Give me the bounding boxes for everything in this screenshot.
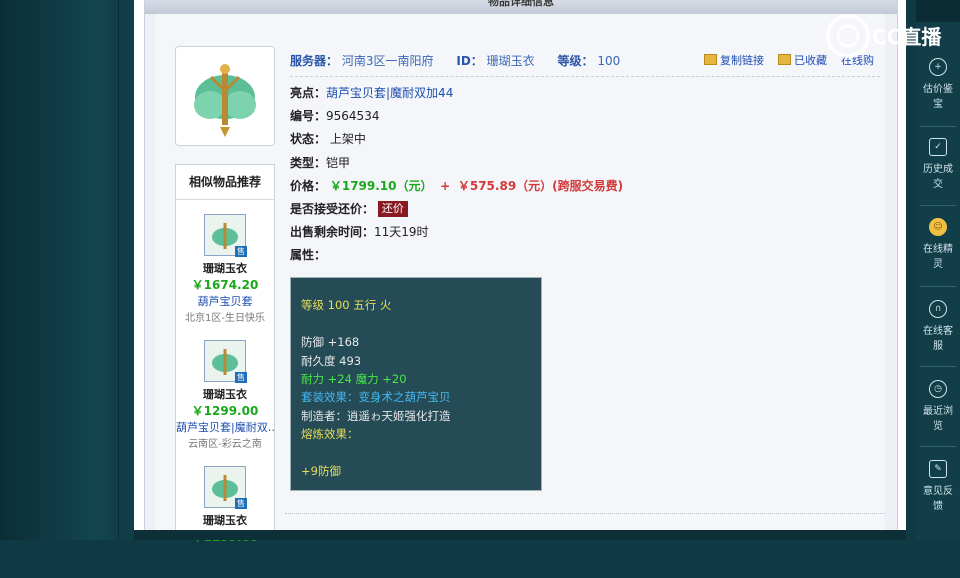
copy-link-button[interactable]: 复制链接 (704, 54, 764, 67)
type-value: 铠甲 (326, 155, 351, 170)
id-value: 珊瑚玉衣 (486, 54, 535, 68)
cc-live-logo: CC直播 (822, 8, 952, 68)
left-background (0, 0, 135, 540)
number-row: 编号：9564534 (290, 109, 380, 124)
item-info-rows: 亮点：葫芦宝贝套|魔耐双加44 编号：9564534 状态： 上架中 类型：铠甲… (290, 82, 880, 268)
attr-refine-value: +9防御 (301, 463, 341, 478)
item-detail-panel: 物品详细信息 相似物品推荐 售 珊瑚玉衣 ￥1674.20 葫芦宝贝套 北京1区… (144, 0, 898, 544)
price-value: ￥1799.10（元） (329, 178, 433, 193)
attr-maker: 制造者：逍遥ゎ天姬强化打造 (301, 408, 451, 423)
similar-item-price: ￥1299.00 (191, 404, 259, 418)
shield-icon: ✓ (929, 138, 947, 156)
highlight-row: 亮点：葫芦宝贝套|魔耐双加44 (290, 86, 454, 100)
link-icon (704, 54, 717, 65)
number-value: 9564534 (326, 109, 380, 124)
sale-tag: 售 (235, 246, 247, 257)
type-row: 类型：铠甲 (290, 155, 351, 170)
edit-icon: ✎ (929, 460, 947, 478)
plus-sign: + (440, 178, 451, 193)
level-label: 等级： (557, 54, 594, 68)
similar-item-server: 北京1区-生日快乐 (185, 313, 265, 324)
divider (290, 76, 880, 78)
price-row: 价格： ￥1799.10（元） + ￥575.89（元）(跨服交易费) (290, 178, 624, 193)
similar-item-server: 云南区-彩云之南 (188, 439, 262, 450)
attr-row: 属性： (290, 248, 327, 263)
item-summary-line: 服务器： 河南3区一南阳府 ID： 珊瑚玉衣 等级： 100 复制链接 已收藏 … (290, 52, 880, 72)
attr-level: 等级 100 五行 火 (301, 298, 392, 313)
armor-thumb-icon[interactable]: 售 (204, 214, 247, 257)
toolbar-divider (920, 126, 956, 127)
attr-bonus: 耐力 +24 魔力 +20 (301, 371, 407, 386)
sale-tag: 售 (235, 498, 247, 509)
panel-body: 相似物品推荐 售 珊瑚玉衣 ￥1674.20 葫芦宝贝套 北京1区-生日快乐 售 (155, 14, 885, 544)
headset-icon: ∩ (929, 300, 947, 318)
toolbar-history[interactable]: ✓ 历史成交 (920, 130, 956, 202)
attr-durability: 耐久度 493 (301, 353, 362, 368)
remaining-row: 出售剩余时间：11天19时 (290, 225, 429, 240)
attr-defense: 防御 +168 (301, 335, 360, 350)
similar-item[interactable]: 售 珊瑚玉衣 ￥1299.00 葫芦宝贝套|魔耐双… 云南区-彩云之南 (176, 326, 274, 452)
page: 物品详细信息 相似物品推荐 售 珊瑚玉衣 ￥1674.20 葫芦宝贝套 北京1区… (134, 0, 906, 544)
attribute-box: 等级 100 五行 火 防御 +168 耐久度 493 耐力 +24 魔力 +2… (290, 277, 542, 491)
similar-item-name[interactable]: 珊瑚玉衣 (176, 260, 274, 276)
sale-tag: 售 (235, 372, 247, 383)
similar-item-name[interactable]: 珊瑚玉衣 (176, 386, 274, 402)
attr-refine-label: 熔炼效果： (301, 427, 359, 442)
toolbar-divider (920, 366, 956, 367)
item-thumbnail (175, 46, 275, 146)
favorite-icon (778, 54, 791, 65)
armor-thumb-icon[interactable]: 售 (204, 466, 247, 509)
offer-row: 是否接受还价： 还价 (290, 198, 880, 221)
similar-items-panel: 相似物品推荐 售 珊瑚玉衣 ￥1674.20 葫芦宝贝套 北京1区-生日快乐 售 (175, 164, 275, 544)
fee-value: ￥575.89（元）(跨服交易费) (457, 178, 624, 193)
status-row: 状态： 上架中 (290, 132, 366, 147)
divider (285, 513, 885, 515)
panel-title: 物品详细信息 (145, 0, 897, 14)
similar-item[interactable]: 售 珊瑚玉衣 ￥1299.00 (176, 452, 274, 578)
id-label: ID： (456, 54, 483, 68)
offer-button[interactable]: 还价 (377, 200, 408, 217)
status-value: 上架中 (329, 132, 366, 147)
favorite-button[interactable]: 已收藏 (778, 54, 827, 67)
server-label: 服务器： (290, 54, 339, 68)
logo-text: CC直播 (872, 25, 942, 49)
armor-thumb-icon[interactable]: 售 (204, 340, 247, 383)
toolbar-sprite[interactable]: ☺ 在线精灵 (920, 210, 956, 282)
clock-icon: ◷ (929, 380, 947, 398)
level-value: 100 (597, 54, 621, 68)
cc-logo-icon: CC直播 (826, 14, 942, 58)
toolbar-divider (920, 205, 956, 206)
highlight-link[interactable]: 葫芦宝贝套|魔耐双加44 (326, 86, 453, 100)
similar-item[interactable]: 售 珊瑚玉衣 ￥1674.20 葫芦宝贝套 北京1区-生日快乐 (176, 200, 274, 326)
similar-title: 相似物品推荐 (176, 165, 274, 200)
similar-item-price: ￥1674.20 (191, 278, 259, 292)
toolbar-recent[interactable]: ◷ 最近浏览 (920, 372, 956, 444)
toolbar-divider (920, 446, 956, 447)
sprite-icon: ☺ (929, 218, 947, 236)
similar-item-highlight[interactable]: 葫芦宝贝套 (176, 293, 274, 309)
toolbar-service[interactable]: ∩ 在线客服 (920, 292, 956, 364)
toolbar-divider (920, 286, 956, 287)
armor-icon (194, 64, 256, 137)
remaining-value: 11天19时 (374, 225, 429, 240)
similar-item-name[interactable]: 珊瑚玉衣 (176, 512, 274, 528)
attr-set-effect: 套装效果：变身术之葫芦宝贝 (301, 390, 451, 405)
server-value: 河南3区一南阳府 (341, 54, 434, 68)
bottom-band (134, 530, 906, 540)
right-toolbar: + 估价鉴宝 ✓ 历史成交 ☺ 在线精灵 ∩ 在线客服 ◷ 最近浏览 ✎ 意见反… (916, 0, 960, 540)
similar-item-highlight[interactable]: 葫芦宝贝套|魔耐双… (176, 419, 274, 435)
toolbar-feedback[interactable]: ✎ 意见反馈 (920, 452, 956, 524)
left-scroll-rail (118, 0, 135, 540)
